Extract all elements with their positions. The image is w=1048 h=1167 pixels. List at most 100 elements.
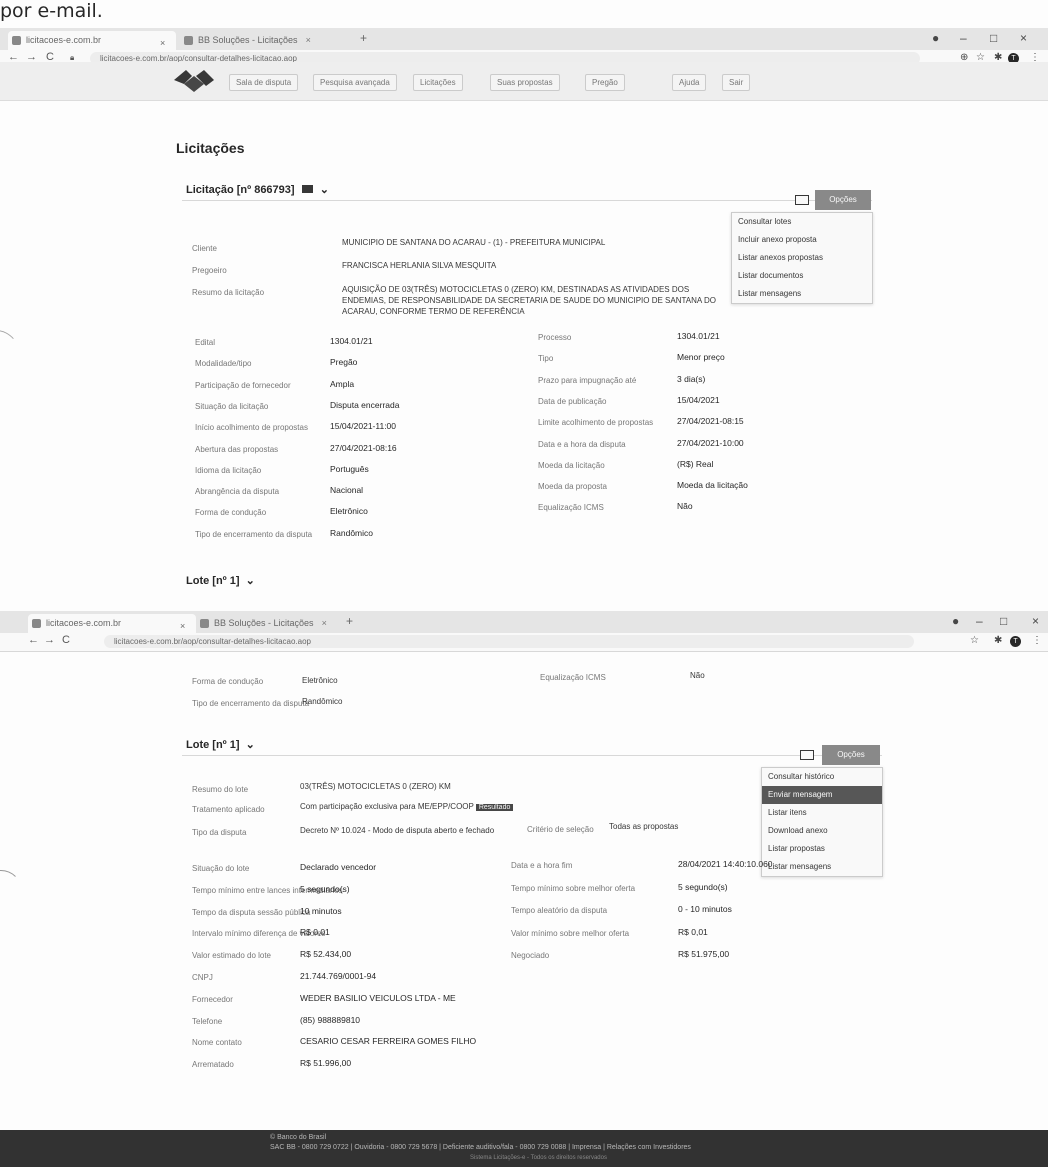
tab-title: licitacoes-e.com.br	[46, 618, 122, 628]
opcoes-button-2[interactable]: Opções	[822, 745, 880, 765]
page-title: Licitações	[176, 140, 245, 156]
field-value: 27/04/2021-08:16	[330, 442, 397, 453]
envelope-icon[interactable]	[800, 750, 814, 760]
menu-consultar-historico[interactable]: Consultar histórico	[762, 768, 882, 786]
nav-suas-propostas[interactable]: Suas propostas	[490, 74, 560, 91]
menu-listar-anexos-propostas[interactable]: Listar anexos propostas	[732, 249, 872, 267]
browser-tab-1[interactable]: licitacoes-e.com.br	[8, 31, 176, 50]
back-arrow-icon[interactable]: ←	[28, 634, 39, 646]
field-label: Início acolhimento de propostas	[195, 423, 308, 433]
menu-listar-mensagens[interactable]: Listar mensagens	[732, 285, 872, 303]
divider	[182, 200, 872, 201]
close-tab-icon[interactable]: ×	[322, 618, 327, 628]
new-tab-button[interactable]: +	[360, 31, 367, 45]
field-value-tipo-encerramento: Randômico	[302, 697, 343, 706]
window-close-button[interactable]: ×	[1032, 614, 1039, 628]
field-value-tipo-disputa: Decreto Nº 10.024 - Modo de disputa aber…	[300, 826, 495, 835]
nav-pesquisa-avancada[interactable]: Pesquisa avançada	[313, 74, 397, 91]
field-value: 15/04/2021	[677, 394, 720, 405]
opcoes-button[interactable]: Opções	[815, 190, 871, 210]
field-label-criterio: Critério de seleção	[527, 825, 594, 834]
profile-dot-icon: ●	[952, 614, 960, 628]
maximize-button[interactable]: □	[990, 31, 997, 45]
reload-icon[interactable]: C	[62, 634, 70, 646]
nav-ajuda[interactable]: Ajuda	[672, 74, 707, 91]
field-value-resumo-lote: 03(TRÊS) MOTOCICLETAS 0 (ZERO) KM	[300, 782, 451, 791]
minimize-button[interactable]: –	[960, 31, 967, 45]
browser-tab-2[interactable]: BB Soluções - Licitações ×	[180, 31, 348, 50]
field-value-forma-conducao: Eletrônico	[302, 676, 338, 685]
tab-title: licitacoes-e.com.br	[26, 35, 102, 45]
forward-arrow-icon[interactable]: →	[44, 634, 55, 646]
field-value: 27/04/2021-08:15	[677, 416, 744, 427]
menu-consultar-lotes[interactable]: Consultar lotes	[732, 213, 872, 231]
field-value: 3 dia(s)	[677, 373, 706, 384]
field-value: Randômico	[330, 527, 373, 538]
field-label: Moeda da licitação	[538, 460, 605, 470]
lote-opcoes-dropdown-menu: Consultar histórico Enviar mensagem List…	[761, 767, 883, 877]
scan-mark	[0, 870, 22, 912]
nav-sala-disputa[interactable]: Sala de disputa	[229, 74, 299, 91]
site-footer: © Banco do Brasil SAC BB - 0800 729 0722…	[0, 1130, 1048, 1167]
footer-note: Sistema Licitações-e - Todos os direitos…	[470, 1155, 607, 1161]
menu-listar-documentos[interactable]: Listar documentos	[732, 267, 872, 285]
field-label: Valor mínimo sobre melhor oferta	[511, 928, 630, 938]
field-value-resumo: AQUISIÇÃO DE 03(TRÊS) MOTOCICLETAS 0 (ZE…	[342, 285, 717, 316]
bookmark-star-icon[interactable]: ☆	[970, 635, 979, 646]
lote-header[interactable]: Lote [nº 1] ⌄	[186, 574, 255, 587]
chevron-down-icon: ⌄	[245, 739, 255, 751]
footer-links[interactable]: SAC BB - 0800 729 0722 | Ouvidoria - 080…	[270, 1144, 691, 1151]
window-close-button[interactable]: ×	[1020, 31, 1027, 45]
field-label: Negociado	[511, 951, 550, 960]
extensions-icon[interactable]: ✱	[994, 635, 1002, 646]
field-value: Português	[330, 463, 369, 474]
site-favicon-icon	[200, 619, 209, 628]
id-card-icon	[301, 185, 313, 193]
field-label: Situação da licitação	[195, 401, 269, 411]
licitacao-header-label: Licitação [nº 866793]	[186, 184, 295, 196]
field-value: Eletrônico	[330, 506, 368, 517]
more-menu-icon[interactable]: ⋮	[1032, 635, 1042, 646]
profile-avatar-icon[interactable]: T	[1010, 636, 1021, 647]
menu-listar-mensagens[interactable]: Listar mensagens	[762, 858, 882, 876]
menu-listar-propostas[interactable]: Listar propostas	[762, 840, 882, 858]
field-label: Prazo para impugnação até	[538, 375, 637, 385]
url-field[interactable]: licitacoes-e.com.br/aop/consultar-detalh…	[104, 635, 914, 648]
field-value: 21.744.769/0001-94	[300, 971, 377, 981]
field-label: Fornecedor	[192, 994, 233, 1004]
field-label: Abrangência da disputa	[195, 487, 280, 497]
field-label: Edital	[195, 338, 216, 347]
nav-licitacoes[interactable]: Licitações	[413, 74, 463, 91]
new-tab-button[interactable]: +	[346, 614, 353, 628]
minimize-button[interactable]: –	[976, 614, 983, 628]
menu-listar-itens[interactable]: Listar itens	[762, 804, 882, 822]
field-value: 5 segundo(s)	[678, 881, 728, 892]
envelope-icon[interactable]	[795, 195, 809, 205]
site-favicon-icon	[32, 619, 41, 628]
field-label: Modalidade/tipo	[195, 359, 252, 369]
close-tab-icon[interactable]: ×	[306, 35, 311, 45]
field-value: Nacional	[330, 485, 364, 496]
menu-enviar-mensagem[interactable]: Enviar mensagem	[762, 786, 882, 804]
address-bar-row-2: ← → C licitacoes-e.com.br/aop/consultar-…	[0, 633, 1048, 652]
field-value: 15/04/2021-11:00	[330, 421, 397, 432]
field-label: Tempo da disputa sessão pública	[192, 907, 311, 917]
menu-download-anexo[interactable]: Download anexo	[762, 822, 882, 840]
nav-sair[interactable]: Sair	[722, 74, 751, 91]
browser-tab-2[interactable]: BB Soluções - Licitações ×	[196, 614, 354, 633]
menu-incluir-anexo-proposta[interactable]: Incluir anexo proposta	[732, 231, 872, 249]
field-label: Limite acolhimento de propostas	[538, 418, 654, 428]
browser-tab-1[interactable]: licitacoes-e.com.br	[28, 614, 196, 633]
nav-pregao[interactable]: Pregão	[585, 74, 625, 91]
maximize-button[interactable]: □	[1000, 614, 1007, 628]
lote-header-label: Lote [nº 1]	[186, 739, 240, 751]
divider	[182, 755, 882, 756]
field-label: Situação do lote	[192, 864, 250, 873]
field-label: Nome contato	[192, 1038, 242, 1048]
field-value: R$ 51.996,00	[300, 1058, 352, 1069]
bb-logo-icon	[174, 70, 214, 92]
lote-header-2[interactable]: Lote [nº 1] ⌄	[186, 738, 255, 751]
licitacao-header[interactable]: Licitação [nº 866793] ⌄	[186, 183, 329, 196]
field-value: Não	[677, 501, 693, 512]
field-label: Tempo mínimo sobre melhor oferta	[511, 883, 636, 893]
